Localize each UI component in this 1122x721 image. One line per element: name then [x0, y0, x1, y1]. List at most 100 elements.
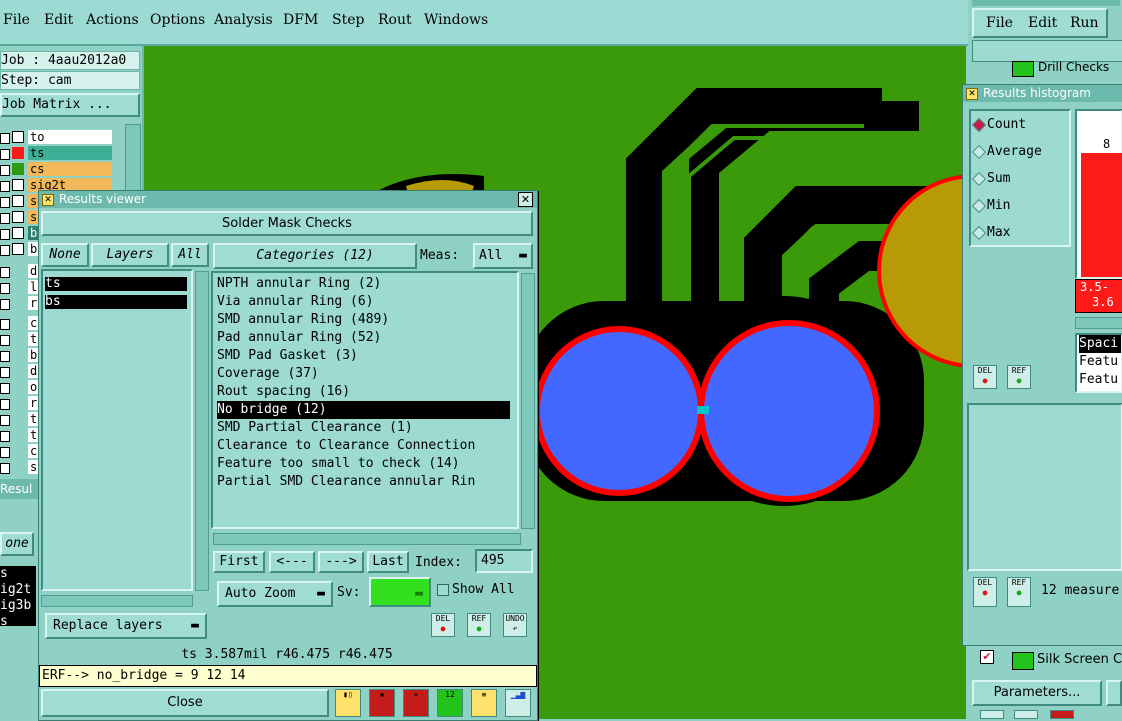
category-item[interactable]: Rout spacing (16) — [217, 383, 510, 401]
menu-file[interactable]: File — [3, 12, 30, 28]
list-item[interactable]: ts — [45, 277, 187, 291]
undo-button[interactable]: UNDO ↶ — [503, 613, 527, 637]
menu-dfm[interactable]: DFM — [283, 12, 318, 28]
silk-checkbox[interactable]: ✔ — [980, 650, 994, 664]
radio-average[interactable]: Average — [971, 144, 1042, 160]
first-button[interactable]: First — [213, 551, 265, 573]
measure-list — [967, 403, 1122, 571]
parameters-button[interactable]: Parameters... — [972, 680, 1102, 706]
category-item[interactable]: Partial SMD Clearance annular Rin — [217, 473, 510, 491]
more-button[interactable] — [1106, 680, 1122, 706]
category-item[interactable]: No bridge (12) — [217, 401, 510, 419]
list-item[interactable]: s — [0, 614, 36, 630]
layer-row[interactable]: cs — [0, 162, 112, 177]
menu-edit-right[interactable]: Edit — [1028, 10, 1057, 36]
menu-windows[interactable]: Windows — [424, 12, 488, 28]
silk-screen-label[interactable]: Silk Screen C — [1037, 652, 1122, 667]
histogram-hscrollbar[interactable] — [1075, 317, 1122, 329]
results-mini-title: Resul — [0, 479, 38, 499]
delete-results-icon[interactable]: ✕ — [403, 689, 429, 717]
list-item[interactable]: ig3b — [0, 598, 36, 614]
category-item[interactable]: SMD annular Ring (489) — [217, 311, 510, 329]
category-item[interactable]: Pad annular Ring (52) — [217, 329, 510, 347]
list-item[interactable]: ig2t — [0, 582, 36, 598]
category-item[interactable]: Via annular Ring (6) — [217, 293, 510, 311]
list-item[interactable]: Spaci — [1079, 335, 1121, 353]
category-item[interactable]: Coverage (37) — [217, 365, 510, 383]
severity-dropdown[interactable]: ▬ — [369, 577, 431, 607]
histogram-icon[interactable]: ▁▃▆ — [505, 689, 531, 717]
category-item[interactable]: NPTH annular Ring (2) — [217, 275, 510, 293]
layer-row[interactable]: ts — [0, 146, 112, 161]
replace-layers-dropdown[interactable]: Replace layers ▬ — [45, 613, 207, 639]
results-viewer-window: ✕ Results viewer ✕ Solder Mask Checks No… — [38, 190, 538, 721]
show-all-label: Show All — [452, 582, 515, 597]
drill-check-icon — [1012, 61, 1034, 77]
layer-row[interactable]: to — [0, 130, 112, 145]
menu-run-right[interactable]: Run — [1070, 10, 1099, 36]
all-layers-button[interactable]: All — [171, 243, 209, 267]
ref-button-measure[interactable]: REF ● — [1007, 577, 1031, 607]
bar-count-label: 8 — [1103, 137, 1111, 151]
none-button-mini[interactable]: one — [0, 532, 34, 556]
list-item[interactable]: s — [0, 566, 36, 582]
radio-sum[interactable]: Sum — [971, 171, 1010, 187]
check-icon[interactable]: 12 — [437, 689, 463, 717]
index-input[interactable]: 495 — [475, 549, 533, 573]
radio-count[interactable]: Count — [971, 117, 1026, 133]
tool-icon[interactable] — [1050, 710, 1074, 719]
ref-button-hist[interactable]: REF ● — [1007, 365, 1031, 389]
results-viewer-titlebar[interactable]: ✕ Results viewer ✕ — [39, 191, 537, 208]
last-button[interactable]: Last — [367, 551, 409, 573]
next-button[interactable]: ---> — [318, 551, 364, 573]
measure-count: 12 measure — [1041, 583, 1120, 598]
category-item[interactable]: Feature too small to check (14) — [217, 455, 510, 473]
meas-label: Meas: — [420, 248, 460, 263]
histogram-bar[interactable] — [1081, 153, 1122, 277]
job-field: Job : 4aau2012a0 — [0, 51, 140, 70]
categories-button[interactable]: Categories (12) — [213, 243, 417, 269]
histogram-bin-label: 3.5- 3.6 — [1075, 279, 1122, 313]
status-line: ts 3.587mil r46.475 r46.475 — [181, 647, 393, 662]
del-button[interactable]: DEL ● — [431, 613, 455, 637]
layers-button[interactable]: Layers — [91, 243, 169, 267]
category-item[interactable]: SMD Pad Gasket (3) — [217, 347, 510, 365]
menu-actions[interactable]: Actions — [86, 12, 139, 28]
none-button[interactable]: None — [41, 243, 89, 267]
layer-list-scrollbar[interactable] — [195, 271, 209, 591]
close-button[interactable]: Close — [41, 689, 329, 717]
histogram-titlebar[interactable]: ✕ Results histogram — [963, 85, 1122, 102]
menu-options[interactable]: Options — [150, 12, 205, 28]
report-icon[interactable]: ≡ — [471, 689, 497, 717]
del-button-measure[interactable]: DEL ● — [973, 577, 997, 607]
close-icon[interactable]: ✕ — [518, 192, 533, 207]
ref-button[interactable]: REF ● — [467, 613, 491, 637]
list-item[interactable]: Featu — [1079, 371, 1121, 389]
menu-rout[interactable]: Rout — [378, 12, 412, 28]
tool-icon[interactable] — [1014, 710, 1038, 719]
category-list-hscrollbar[interactable] — [213, 533, 521, 545]
drill-checks-label[interactable]: Drill Checks — [1038, 60, 1122, 74]
previous-button[interactable]: <--- — [269, 551, 315, 573]
layer-list-hscrollbar[interactable] — [41, 595, 193, 607]
list-item[interactable]: Featu — [1079, 353, 1121, 371]
list-item[interactable]: bs — [45, 295, 187, 309]
radio-min[interactable]: Min — [971, 198, 1010, 214]
menu-analysis[interactable]: Analysis — [214, 12, 273, 28]
job-matrix-button[interactable]: Job Matrix ... — [0, 93, 140, 117]
del-button-hist[interactable]: DEL ● — [973, 365, 997, 389]
show-all-checkbox[interactable] — [437, 584, 449, 596]
record-icon[interactable]: ▪ — [369, 689, 395, 717]
category-list-scrollbar[interactable] — [521, 273, 535, 529]
window-icon: ✕ — [42, 194, 54, 206]
menu-edit[interactable]: Edit — [44, 12, 73, 28]
category-item[interactable]: SMD Partial Clearance (1) — [217, 419, 510, 437]
tool-icon[interactable] — [980, 710, 1004, 719]
menu-step[interactable]: Step — [332, 12, 364, 28]
radio-max[interactable]: Max — [971, 225, 1010, 241]
menu-file-right[interactable]: File — [986, 10, 1013, 36]
category-item[interactable]: Clearance to Clearance Connection — [217, 437, 510, 455]
auto-zoom-dropdown[interactable]: Auto Zoom ▬ — [217, 581, 333, 607]
layers-icon[interactable]: ▮▯ — [335, 689, 361, 717]
meas-dropdown[interactable]: All ▬ — [473, 243, 533, 269]
